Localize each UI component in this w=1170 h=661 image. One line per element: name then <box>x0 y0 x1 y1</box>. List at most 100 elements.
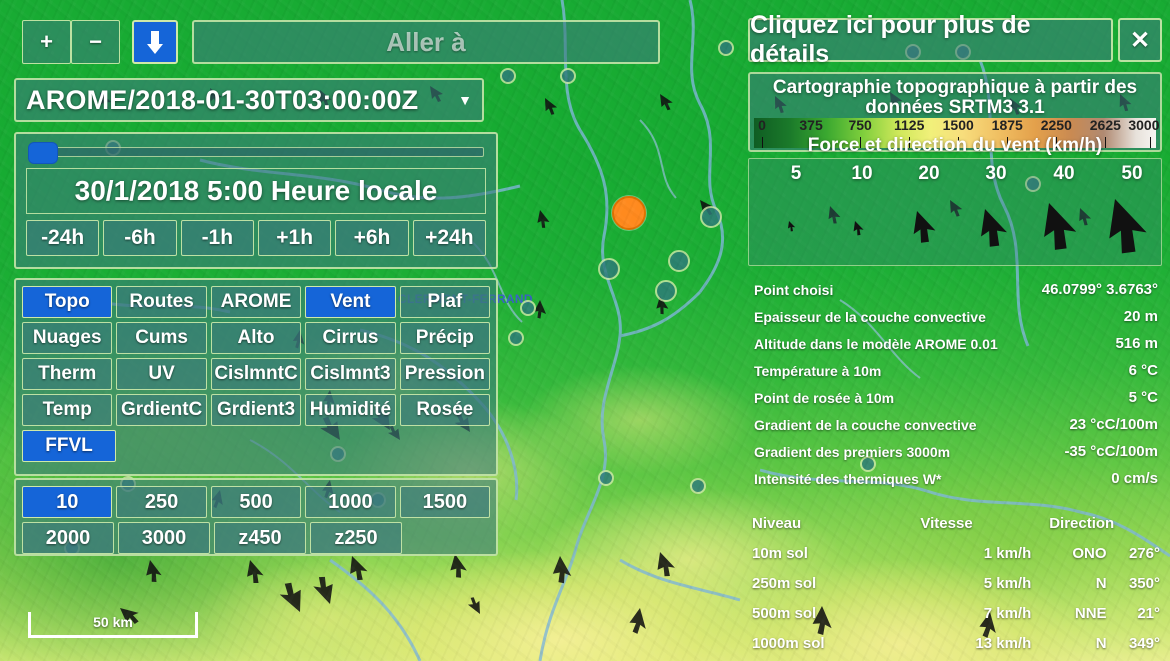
readout-key: Point de rosée à 10m <box>754 389 895 406</box>
layer-button-rosee[interactable]: Rosée <box>399 394 491 426</box>
goto-placeholder: Aller à <box>386 26 466 57</box>
readout-row: Gradient de la couche convective 23 °cC/… <box>750 411 1162 438</box>
layer-button-precip[interactable]: Précip <box>399 322 491 354</box>
colorbar-tick-1500: 1500 <box>942 117 974 133</box>
station-marker[interactable] <box>718 40 734 56</box>
level-degrees: 349° <box>1128 634 1160 652</box>
wind-legend-arrows <box>787 199 1147 254</box>
layer-button-cislmntc[interactable]: CislmntC <box>210 358 302 390</box>
layer-button-cislmnt3[interactable]: Cislmnt3 <box>305 358 396 390</box>
zoom-out-button[interactable]: − <box>71 20 120 64</box>
level-direction: NNE <box>1074 604 1107 622</box>
altitude-button-10[interactable]: 10 <box>22 486 113 518</box>
topo-legend-title: Cartographie topographique à partir des … <box>772 77 1138 118</box>
layer-row-2: Nuages Cums Alto Cirrus Précip <box>22 322 491 354</box>
layer-button-vent[interactable]: Vent <box>305 286 396 318</box>
level-speed: 5 km/h <box>983 574 1032 592</box>
header-vitesse: Vitesse <box>920 514 973 532</box>
time-panel: 30/1/2018 5:00 Heure locale -24h -6h -1h… <box>14 132 498 269</box>
time-step-buttons: -24h -6h -1h +1h +6h +24h <box>26 220 486 256</box>
close-icon: ✕ <box>1129 26 1151 54</box>
layer-button-pression[interactable]: Pression <box>399 358 491 390</box>
readout-key: Point choisi <box>754 281 834 298</box>
layer-button-temp[interactable]: Temp <box>22 394 113 426</box>
readout-key: Intensité des thermiques W* <box>754 470 942 487</box>
time-slider[interactable] <box>28 142 484 164</box>
level-speed: 7 km/h <box>983 604 1032 622</box>
model-select[interactable]: AROME/2018-01-30T03:00:00Z ▼ <box>14 78 484 122</box>
layer-button-routes[interactable]: Routes <box>116 286 207 318</box>
more-details-button[interactable]: Cliquez ici pour plus de détails <box>748 11 1113 68</box>
altitude-button-2000[interactable]: 2000 <box>22 522 114 554</box>
close-button[interactable]: ✕ <box>1118 18 1162 62</box>
altitude-button-1500[interactable]: 1500 <box>399 486 491 518</box>
wind-legend: Force et direction du vent (km/h) 5 10 2… <box>748 135 1162 266</box>
layer-button-ffvl[interactable]: FFVL <box>22 430 116 462</box>
header-direction: Direction <box>1049 514 1115 532</box>
layer-button-arome[interactable]: AROME <box>210 286 302 318</box>
station-marker[interactable] <box>500 68 516 84</box>
layer-button-uv[interactable]: UV <box>116 358 207 390</box>
zoom-controls: + − <box>22 20 120 64</box>
time-slider-track <box>28 147 484 157</box>
altitude-button-z250[interactable]: z250 <box>310 522 402 554</box>
readout-row: Altitude dans le modèle AROME 0.01 516 m <box>750 330 1162 357</box>
level-name: 500m sol <box>752 604 817 622</box>
readout-row: Gradient des premiers 3000m -35 °cC/100m <box>750 438 1162 465</box>
altitude-button-1000[interactable]: 1000 <box>305 486 396 518</box>
layer-buttons-panel: Topo Routes AROME Vent Plaf Nuages Cums … <box>14 278 498 476</box>
station-marker[interactable] <box>598 470 614 486</box>
station-marker[interactable] <box>520 300 536 316</box>
selected-point-marker[interactable] <box>612 196 646 230</box>
layer-button-plaf[interactable]: Plaf <box>399 286 491 318</box>
readout-key: Epaisseur de la couche convective <box>754 308 986 325</box>
time-step-minus-24h[interactable]: -24h <box>26 220 100 256</box>
time-step-minus-1h[interactable]: -1h <box>180 220 254 256</box>
station-marker[interactable] <box>700 206 722 228</box>
level-degrees: 350° <box>1128 574 1160 592</box>
readout-value: 20 m <box>1123 308 1158 325</box>
chevron-down-icon: ▼ <box>458 92 472 108</box>
readout-key: Température à 10m <box>754 362 882 379</box>
station-marker[interactable] <box>655 280 677 302</box>
readout-row: Température à 10m 6 °C <box>750 357 1162 384</box>
layer-row-4: Temp GrdientC Grdient3 Humidité Rosée <box>22 394 491 426</box>
station-marker[interactable] <box>668 250 690 272</box>
layer-button-cirrus[interactable]: Cirrus <box>305 322 396 354</box>
layer-button-cums[interactable]: Cums <box>116 322 207 354</box>
station-marker[interactable] <box>690 478 706 494</box>
colorbar-tick-2625: 2625 <box>1089 117 1121 133</box>
level-name: 10m sol <box>752 544 808 562</box>
colorbar-tick-750: 750 <box>848 117 872 133</box>
layer-button-nuages[interactable]: Nuages <box>22 322 113 354</box>
colorbar-tick-1125: 1125 <box>893 117 925 133</box>
details-panel: Cliquez ici pour plus de détails ✕ Carto… <box>740 0 1170 661</box>
altitude-button-z450[interactable]: z450 <box>214 522 306 554</box>
time-step-plus-1h[interactable]: +1h <box>257 220 332 256</box>
time-step-plus-6h[interactable]: +6h <box>335 220 409 256</box>
time-slider-thumb[interactable] <box>28 142 58 164</box>
station-marker[interactable] <box>560 68 576 84</box>
zoom-in-button[interactable]: + <box>22 20 71 64</box>
station-marker[interactable] <box>598 258 620 280</box>
time-step-minus-6h[interactable]: -6h <box>103 220 177 256</box>
layer-button-humidite[interactable]: Humidité <box>305 394 396 426</box>
layer-button-therm[interactable]: Therm <box>22 358 113 390</box>
layer-button-topo[interactable]: Topo <box>22 286 113 318</box>
readout-value: 516 m <box>1115 335 1158 352</box>
layer-button-grdient3[interactable]: Grdient3 <box>210 394 302 426</box>
weather-map-app: CLERMONT-FERRAND + − Aller à <box>0 0 1170 661</box>
goto-search-input[interactable]: Aller à <box>192 20 660 64</box>
altitude-button-3000[interactable]: 3000 <box>118 522 210 554</box>
layer-button-grdientc[interactable]: GrdientC <box>116 394 207 426</box>
layer-row-5: FFVL <box>22 430 490 462</box>
layer-button-alto[interactable]: Alto <box>210 322 302 354</box>
time-display: 30/1/2018 5:00 Heure locale <box>26 168 486 214</box>
altitude-button-500[interactable]: 500 <box>210 486 302 518</box>
locate-button[interactable] <box>132 20 178 64</box>
time-step-plus-24h[interactable]: +24h <box>412 220 486 256</box>
station-marker[interactable] <box>508 330 524 346</box>
layer-row-3: Therm UV CislmntC Cislmnt3 Pression <box>22 358 491 390</box>
layer-row-1: Topo Routes AROME Vent Plaf <box>22 286 491 318</box>
altitude-button-250[interactable]: 250 <box>116 486 207 518</box>
